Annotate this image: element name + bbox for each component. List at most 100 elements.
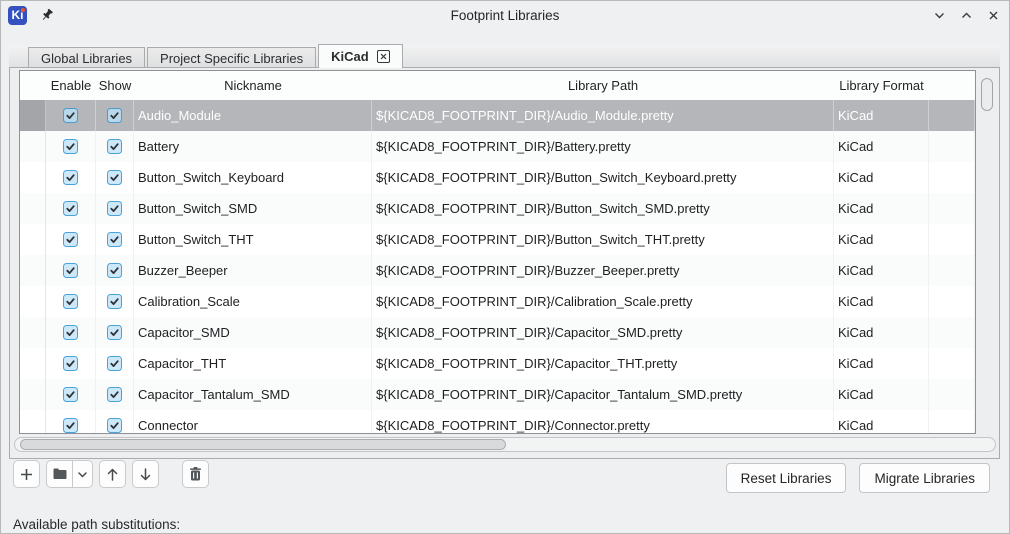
- show-checkbox[interactable]: [107, 356, 122, 371]
- header-corner-cell: [20, 71, 46, 100]
- filler-cell: [929, 286, 975, 317]
- pin-icon[interactable]: [39, 7, 55, 23]
- show-cell: [96, 255, 134, 286]
- table-header-row: Enable Show Nickname Library Path Library Fo…: [20, 71, 975, 100]
- enable-cell: [46, 224, 96, 255]
- row-header-cell: [20, 348, 46, 379]
- nickname-cell: Calibration_Scale: [134, 286, 372, 317]
- trash-icon: [190, 467, 201, 481]
- arrow-down-icon: [140, 467, 151, 480]
- show-checkbox[interactable]: [107, 108, 122, 123]
- library-path-cell: ${KICAD8_FOOTPRINT_DIR}/Button_Switch_Ke…: [372, 162, 834, 193]
- row-header-cell: [20, 255, 46, 286]
- browse-library-button[interactable]: [46, 460, 73, 488]
- show-checkbox[interactable]: [107, 294, 122, 309]
- column-header-enable[interactable]: Enable: [46, 71, 96, 100]
- enable-cell: [46, 193, 96, 224]
- table-row[interactable]: Battery ${KICAD8_FOOTPRINT_DIR}/Battery.p…: [20, 131, 975, 162]
- column-header-show[interactable]: Show: [96, 71, 134, 100]
- library-path-cell: ${KICAD8_FOOTPRINT_DIR}/Calibration_Scal…: [372, 286, 834, 317]
- show-cell: [96, 100, 134, 131]
- enable-checkbox[interactable]: [63, 263, 78, 278]
- tab-global-libraries[interactable]: Global Libraries: [28, 47, 146, 68]
- enable-checkbox[interactable]: [63, 387, 78, 402]
- show-checkbox[interactable]: [107, 325, 122, 340]
- folder-icon: [53, 468, 66, 479]
- column-header-nickname[interactable]: Nickname: [134, 71, 372, 100]
- show-cell: [96, 317, 134, 348]
- nickname-cell: Audio_Module: [134, 100, 372, 131]
- horizontal-scrollbar[interactable]: [14, 437, 996, 452]
- enable-checkbox[interactable]: [63, 356, 78, 371]
- table-row[interactable]: Audio_Module ${KICAD8_FOOTPRINT_DIR}/Audi…: [20, 100, 975, 131]
- enable-checkbox[interactable]: [63, 232, 78, 247]
- header-filler-cell: [929, 71, 975, 100]
- table-row[interactable]: Button_Switch_THT ${KICAD8_FOOTPRINT_DIR}…: [20, 224, 975, 255]
- browse-library-dropdown[interactable]: [73, 460, 93, 488]
- table-row[interactable]: Capacitor_Tantalum_SMD ${KICAD8_FOOTPRINT…: [20, 379, 975, 410]
- enable-checkbox[interactable]: [63, 108, 78, 123]
- move-up-button[interactable]: [99, 460, 126, 488]
- tab-project-specific-libraries[interactable]: Project Specific Libraries: [147, 47, 317, 68]
- horizontal-scrollbar-thumb[interactable]: [20, 439, 506, 450]
- vertical-scrollbar[interactable]: [977, 70, 997, 434]
- window-controls: [931, 1, 1001, 29]
- show-checkbox[interactable]: [107, 387, 122, 402]
- enable-checkbox[interactable]: [63, 294, 78, 309]
- enable-cell: [46, 317, 96, 348]
- column-header-library-path[interactable]: Library Path: [372, 71, 834, 100]
- show-checkbox[interactable]: [107, 418, 122, 433]
- show-checkbox[interactable]: [107, 201, 122, 216]
- column-header-library-format[interactable]: Library Format: [834, 71, 929, 100]
- close-button[interactable]: [985, 7, 1001, 23]
- show-cell: [96, 379, 134, 410]
- table-row[interactable]: Buzzer_Beeper ${KICAD8_FOOTPRINT_DIR}/Buz…: [20, 255, 975, 286]
- enable-checkbox[interactable]: [63, 139, 78, 154]
- plus-icon: [21, 468, 32, 480]
- tab-kicad[interactable]: KiCad: [318, 44, 403, 68]
- filler-cell: [929, 162, 975, 193]
- library-toolbar: [13, 460, 209, 488]
- filler-cell: [929, 410, 975, 433]
- add-library-button[interactable]: [13, 460, 40, 488]
- chevron-down-icon: [78, 471, 87, 478]
- enable-checkbox[interactable]: [63, 418, 78, 433]
- table-row[interactable]: Calibration_Scale ${KICAD8_FOOTPRINT_DIR}…: [20, 286, 975, 317]
- enable-checkbox[interactable]: [63, 325, 78, 340]
- migrate-libraries-button[interactable]: Migrate Libraries: [859, 463, 990, 493]
- show-cell: [96, 224, 134, 255]
- filler-cell: [929, 255, 975, 286]
- table-row[interactable]: Button_Switch_Keyboard ${KICAD8_FOOTPRINT…: [20, 162, 975, 193]
- move-down-button[interactable]: [132, 460, 159, 488]
- table-row[interactable]: Capacitor_THT ${KICAD8_FOOTPRINT_DIR}/Cap…: [20, 348, 975, 379]
- row-header-cell: [20, 286, 46, 317]
- nickname-cell: Connector: [134, 410, 372, 433]
- show-checkbox[interactable]: [107, 232, 122, 247]
- minimize-button[interactable]: [931, 7, 947, 23]
- enable-checkbox[interactable]: [63, 201, 78, 216]
- nickname-cell: Button_Switch_Keyboard: [134, 162, 372, 193]
- show-checkbox[interactable]: [107, 139, 122, 154]
- delete-library-button[interactable]: [182, 460, 209, 488]
- library-format-cell: KiCad: [834, 100, 929, 131]
- tab-bar: Global Libraries Project Specific Librar…: [9, 44, 1000, 68]
- row-header-cell: [20, 410, 46, 433]
- show-checkbox[interactable]: [107, 170, 122, 185]
- table-row[interactable]: Button_Switch_SMD ${KICAD8_FOOTPRINT_DIR}…: [20, 193, 975, 224]
- vertical-scrollbar-thumb[interactable]: [981, 78, 993, 111]
- library-format-cell: KiCad: [834, 286, 929, 317]
- row-header-cell: [20, 224, 46, 255]
- library-path-cell: ${KICAD8_FOOTPRINT_DIR}/Buzzer_Beeper.pr…: [372, 255, 834, 286]
- tab-close-icon[interactable]: [376, 50, 390, 63]
- table-row[interactable]: Capacitor_SMD ${KICAD8_FOOTPRINT_DIR}/Cap…: [20, 317, 975, 348]
- maximize-button[interactable]: [958, 7, 974, 23]
- nickname-cell: Button_Switch_THT: [134, 224, 372, 255]
- library-path-cell: ${KICAD8_FOOTPRINT_DIR}/Battery.pretty: [372, 131, 834, 162]
- row-header-cell: [20, 317, 46, 348]
- enable-checkbox[interactable]: [63, 170, 78, 185]
- show-checkbox[interactable]: [107, 263, 122, 278]
- table-row[interactable]: Connector ${KICAD8_FOOTPRINT_DIR}/Connect…: [20, 410, 975, 433]
- reset-libraries-button[interactable]: Reset Libraries: [725, 463, 847, 493]
- library-path-cell: ${KICAD8_FOOTPRINT_DIR}/Capacitor_THT.pr…: [372, 348, 834, 379]
- kicad-logo-icon: Ki: [8, 5, 27, 25]
